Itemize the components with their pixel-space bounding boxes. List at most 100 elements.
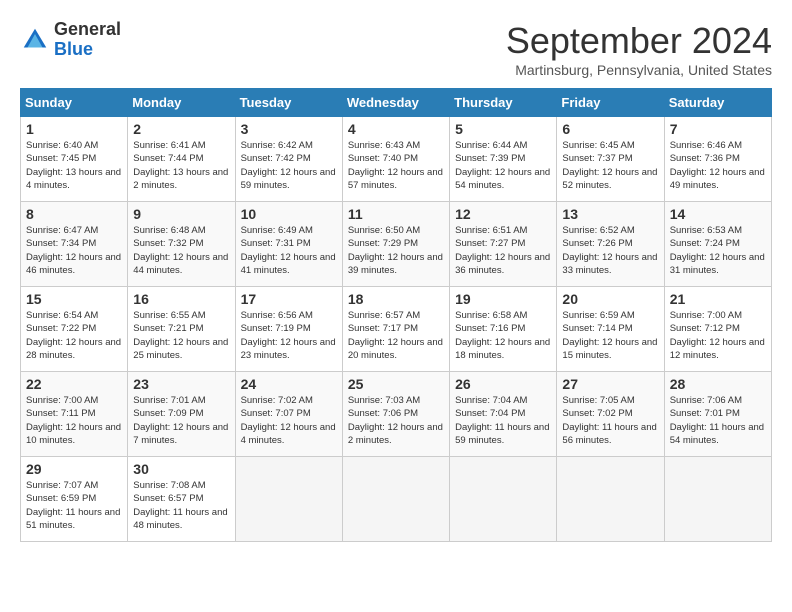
calendar-day-cell: 15 Sunrise: 6:54 AM Sunset: 7:22 PM Dayl… <box>21 287 128 372</box>
day-info: Sunrise: 7:02 AM Sunset: 7:07 PM Dayligh… <box>241 394 337 447</box>
weekday-header: Sunday <box>21 89 128 117</box>
day-number: 12 <box>455 206 551 222</box>
calendar-day-cell: 7 Sunrise: 6:46 AM Sunset: 7:36 PM Dayli… <box>664 117 771 202</box>
day-info: Sunrise: 6:53 AM Sunset: 7:24 PM Dayligh… <box>670 224 766 277</box>
calendar-day-cell: 14 Sunrise: 6:53 AM Sunset: 7:24 PM Dayl… <box>664 202 771 287</box>
day-info: Sunrise: 6:44 AM Sunset: 7:39 PM Dayligh… <box>455 139 551 192</box>
weekday-header: Monday <box>128 89 235 117</box>
day-number: 16 <box>133 291 229 307</box>
day-number: 5 <box>455 121 551 137</box>
day-info: Sunrise: 6:48 AM Sunset: 7:32 PM Dayligh… <box>133 224 229 277</box>
day-info: Sunrise: 7:03 AM Sunset: 7:06 PM Dayligh… <box>348 394 444 447</box>
day-info: Sunrise: 6:49 AM Sunset: 7:31 PM Dayligh… <box>241 224 337 277</box>
calendar-day-cell: 2 Sunrise: 6:41 AM Sunset: 7:44 PM Dayli… <box>128 117 235 202</box>
day-info: Sunrise: 6:50 AM Sunset: 7:29 PM Dayligh… <box>348 224 444 277</box>
calendar-day-cell: 11 Sunrise: 6:50 AM Sunset: 7:29 PM Dayl… <box>342 202 449 287</box>
day-number: 15 <box>26 291 122 307</box>
day-number: 4 <box>348 121 444 137</box>
day-number: 14 <box>670 206 766 222</box>
day-number: 2 <box>133 121 229 137</box>
calendar-day-cell <box>664 457 771 542</box>
calendar-day-cell <box>450 457 557 542</box>
calendar-week-row: 22 Sunrise: 7:00 AM Sunset: 7:11 PM Dayl… <box>21 372 772 457</box>
calendar-day-cell: 1 Sunrise: 6:40 AM Sunset: 7:45 PM Dayli… <box>21 117 128 202</box>
day-number: 10 <box>241 206 337 222</box>
day-info: Sunrise: 6:59 AM Sunset: 7:14 PM Dayligh… <box>562 309 658 362</box>
calendar-day-cell: 4 Sunrise: 6:43 AM Sunset: 7:40 PM Dayli… <box>342 117 449 202</box>
day-info: Sunrise: 6:55 AM Sunset: 7:21 PM Dayligh… <box>133 309 229 362</box>
calendar-day-cell: 5 Sunrise: 6:44 AM Sunset: 7:39 PM Dayli… <box>450 117 557 202</box>
day-number: 26 <box>455 376 551 392</box>
day-info: Sunrise: 7:05 AM Sunset: 7:02 PM Dayligh… <box>562 394 658 447</box>
weekday-header: Friday <box>557 89 664 117</box>
calendar-day-cell: 20 Sunrise: 6:59 AM Sunset: 7:14 PM Dayl… <box>557 287 664 372</box>
day-info: Sunrise: 6:45 AM Sunset: 7:37 PM Dayligh… <box>562 139 658 192</box>
day-info: Sunrise: 6:41 AM Sunset: 7:44 PM Dayligh… <box>133 139 229 192</box>
day-number: 3 <box>241 121 337 137</box>
calendar-day-cell: 10 Sunrise: 6:49 AM Sunset: 7:31 PM Dayl… <box>235 202 342 287</box>
weekday-header: Thursday <box>450 89 557 117</box>
day-number: 27 <box>562 376 658 392</box>
calendar-day-cell: 18 Sunrise: 6:57 AM Sunset: 7:17 PM Dayl… <box>342 287 449 372</box>
day-number: 17 <box>241 291 337 307</box>
calendar-day-cell: 26 Sunrise: 7:04 AM Sunset: 7:04 PM Dayl… <box>450 372 557 457</box>
day-number: 28 <box>670 376 766 392</box>
calendar-week-row: 1 Sunrise: 6:40 AM Sunset: 7:45 PM Dayli… <box>21 117 772 202</box>
calendar-day-cell: 16 Sunrise: 6:55 AM Sunset: 7:21 PM Dayl… <box>128 287 235 372</box>
day-number: 19 <box>455 291 551 307</box>
calendar-day-cell: 21 Sunrise: 7:00 AM Sunset: 7:12 PM Dayl… <box>664 287 771 372</box>
calendar-week-row: 15 Sunrise: 6:54 AM Sunset: 7:22 PM Dayl… <box>21 287 772 372</box>
day-number: 13 <box>562 206 658 222</box>
calendar-day-cell <box>342 457 449 542</box>
day-number: 6 <box>562 121 658 137</box>
calendar-day-cell: 6 Sunrise: 6:45 AM Sunset: 7:37 PM Dayli… <box>557 117 664 202</box>
header-row: SundayMondayTuesdayWednesdayThursdayFrid… <box>21 89 772 117</box>
calendar-day-cell <box>235 457 342 542</box>
calendar-day-cell: 28 Sunrise: 7:06 AM Sunset: 7:01 PM Dayl… <box>664 372 771 457</box>
logo: General Blue <box>20 20 121 60</box>
calendar-week-row: 29 Sunrise: 7:07 AM Sunset: 6:59 PM Dayl… <box>21 457 772 542</box>
title-section: September 2024 Martinsburg, Pennsylvania… <box>506 20 772 78</box>
day-info: Sunrise: 7:08 AM Sunset: 6:57 PM Dayligh… <box>133 479 229 532</box>
calendar-day-cell: 24 Sunrise: 7:02 AM Sunset: 7:07 PM Dayl… <box>235 372 342 457</box>
day-number: 22 <box>26 376 122 392</box>
calendar-day-cell: 23 Sunrise: 7:01 AM Sunset: 7:09 PM Dayl… <box>128 372 235 457</box>
day-number: 25 <box>348 376 444 392</box>
calendar-day-cell: 29 Sunrise: 7:07 AM Sunset: 6:59 PM Dayl… <box>21 457 128 542</box>
weekday-header: Wednesday <box>342 89 449 117</box>
day-info: Sunrise: 6:54 AM Sunset: 7:22 PM Dayligh… <box>26 309 122 362</box>
calendar-day-cell: 25 Sunrise: 7:03 AM Sunset: 7:06 PM Dayl… <box>342 372 449 457</box>
day-info: Sunrise: 7:04 AM Sunset: 7:04 PM Dayligh… <box>455 394 551 447</box>
day-info: Sunrise: 6:42 AM Sunset: 7:42 PM Dayligh… <box>241 139 337 192</box>
day-info: Sunrise: 7:00 AM Sunset: 7:11 PM Dayligh… <box>26 394 122 447</box>
day-info: Sunrise: 6:51 AM Sunset: 7:27 PM Dayligh… <box>455 224 551 277</box>
calendar-day-cell: 8 Sunrise: 6:47 AM Sunset: 7:34 PM Dayli… <box>21 202 128 287</box>
location: Martinsburg, Pennsylvania, United States <box>506 62 772 78</box>
calendar-day-cell: 30 Sunrise: 7:08 AM Sunset: 6:57 PM Dayl… <box>128 457 235 542</box>
day-info: Sunrise: 6:47 AM Sunset: 7:34 PM Dayligh… <box>26 224 122 277</box>
day-info: Sunrise: 6:52 AM Sunset: 7:26 PM Dayligh… <box>562 224 658 277</box>
calendar-day-cell: 3 Sunrise: 6:42 AM Sunset: 7:42 PM Dayli… <box>235 117 342 202</box>
day-number: 29 <box>26 461 122 477</box>
day-number: 8 <box>26 206 122 222</box>
day-info: Sunrise: 6:56 AM Sunset: 7:19 PM Dayligh… <box>241 309 337 362</box>
calendar-day-cell: 13 Sunrise: 6:52 AM Sunset: 7:26 PM Dayl… <box>557 202 664 287</box>
day-info: Sunrise: 6:46 AM Sunset: 7:36 PM Dayligh… <box>670 139 766 192</box>
logo-line2: Blue <box>54 39 93 59</box>
day-number: 20 <box>562 291 658 307</box>
month-title: September 2024 <box>506 20 772 62</box>
header: General Blue September 2024 Martinsburg,… <box>20 20 772 78</box>
calendar-day-cell: 19 Sunrise: 6:58 AM Sunset: 7:16 PM Dayl… <box>450 287 557 372</box>
calendar-day-cell <box>557 457 664 542</box>
calendar-day-cell: 22 Sunrise: 7:00 AM Sunset: 7:11 PM Dayl… <box>21 372 128 457</box>
day-info: Sunrise: 6:40 AM Sunset: 7:45 PM Dayligh… <box>26 139 122 192</box>
day-info: Sunrise: 6:58 AM Sunset: 7:16 PM Dayligh… <box>455 309 551 362</box>
calendar-day-cell: 12 Sunrise: 6:51 AM Sunset: 7:27 PM Dayl… <box>450 202 557 287</box>
day-number: 11 <box>348 206 444 222</box>
calendar-day-cell: 17 Sunrise: 6:56 AM Sunset: 7:19 PM Dayl… <box>235 287 342 372</box>
day-number: 24 <box>241 376 337 392</box>
calendar-table: SundayMondayTuesdayWednesdayThursdayFrid… <box>20 88 772 542</box>
day-info: Sunrise: 6:57 AM Sunset: 7:17 PM Dayligh… <box>348 309 444 362</box>
calendar-day-cell: 9 Sunrise: 6:48 AM Sunset: 7:32 PM Dayli… <box>128 202 235 287</box>
day-info: Sunrise: 7:06 AM Sunset: 7:01 PM Dayligh… <box>670 394 766 447</box>
